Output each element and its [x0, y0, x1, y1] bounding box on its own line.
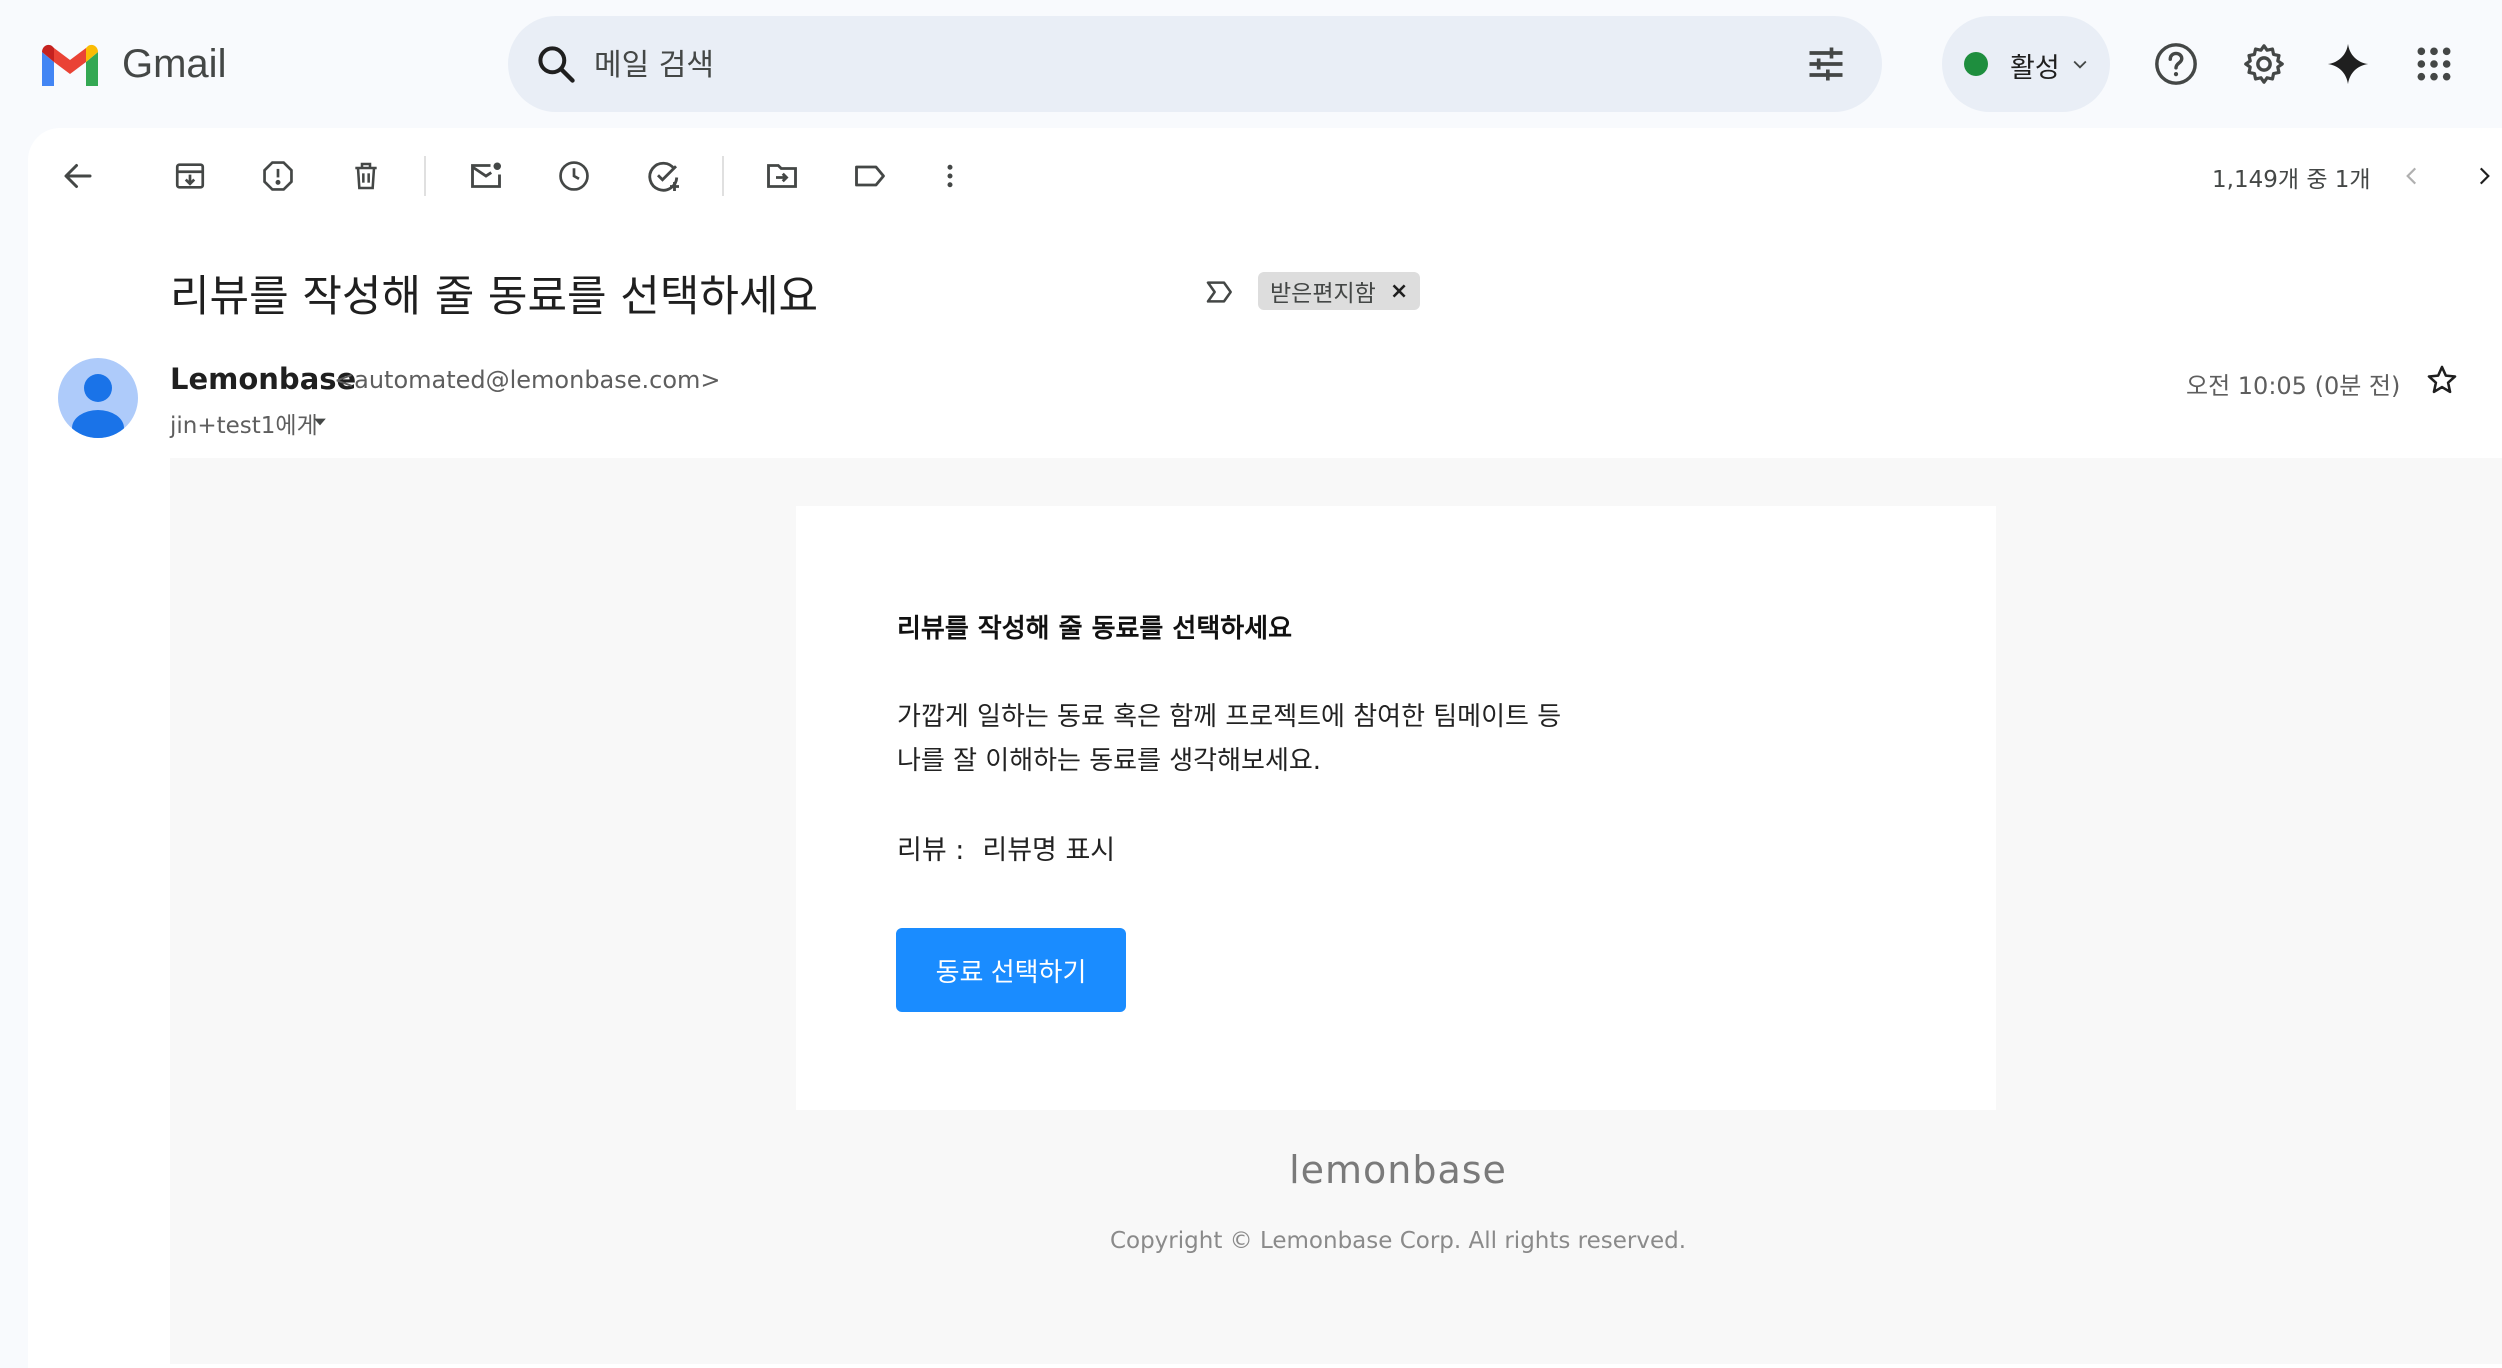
importance-marker-icon[interactable]: [1202, 274, 1238, 310]
email-heading: 리뷰를 작성해 줄 동료를 선택하세요: [897, 614, 1293, 644]
inbox-label-chip[interactable]: 받은편지함 ×: [1258, 272, 1421, 310]
back-arrow-icon[interactable]: [56, 154, 100, 198]
select-peers-button[interactable]: 동료 선택하기: [896, 928, 1126, 1012]
label-icon[interactable]: [848, 154, 892, 198]
email-body-line-2: 나를 잘 이해하는 동료를 생각해보세요.: [897, 746, 1322, 776]
sender-email: <automated@lemonbase.com>: [334, 366, 721, 394]
search-options-icon[interactable]: [1804, 42, 1848, 86]
review-name-row: 리뷰 : 리뷰명 표시: [897, 828, 1115, 867]
status-label: 활성: [2010, 53, 2060, 84]
email-body-line-1: 가깝게 일하는 동료 혹은 함께 프로젝트에 참여한 팀메이트 등: [897, 702, 1562, 732]
person-icon: [72, 374, 124, 438]
star-icon[interactable]: [2422, 360, 2462, 400]
add-task-icon[interactable]: [642, 154, 686, 198]
review-name: 리뷰명 표시: [982, 835, 1116, 866]
move-to-icon[interactable]: [760, 154, 804, 198]
help-icon[interactable]: [2152, 40, 2200, 88]
snooze-icon[interactable]: [552, 154, 596, 198]
search-bar[interactable]: [508, 16, 1882, 114]
recipient-details[interactable]: jin+test1에게: [170, 406, 318, 440]
chevron-right-icon[interactable]: [2466, 156, 2502, 196]
lemonbase-footer-logo: lemonbase: [1289, 1148, 1507, 1192]
more-vert-icon[interactable]: [928, 154, 972, 198]
apps-grid-icon[interactable]: [2410, 40, 2458, 88]
gmail-logo-icon[interactable]: [38, 42, 102, 90]
chevron-left-icon[interactable]: [2392, 156, 2432, 196]
pager-count: 1,149개 중 1개: [2212, 167, 2371, 193]
email-content-card: [796, 506, 1996, 1110]
review-label: 리뷰 :: [897, 835, 965, 866]
gemini-sparkle-icon[interactable]: [2324, 40, 2372, 88]
sender-avatar[interactable]: [58, 358, 138, 438]
message-subject: 리뷰를 작성해 줄 동료를 선택하세요: [170, 272, 819, 322]
report-spam-icon[interactable]: [256, 154, 300, 198]
status-selector[interactable]: 활성: [1942, 16, 2110, 112]
app-brand-text: Gmail: [122, 42, 227, 86]
toolbar-divider: [424, 156, 426, 196]
delete-icon[interactable]: [344, 154, 388, 198]
toolbar-divider: [722, 156, 724, 196]
search-icon[interactable]: [534, 42, 578, 86]
inbox-label-text: 받은편지함: [1270, 281, 1376, 307]
chevron-down-icon: [2070, 54, 2090, 74]
copyright-text: Copyright © Lemonbase Corp. All rights r…: [1109, 1228, 1687, 1254]
status-dot-icon: [1964, 52, 1988, 76]
archive-icon[interactable]: [168, 154, 212, 198]
sender-name[interactable]: Lemonbase: [170, 362, 356, 396]
mark-unread-icon[interactable]: [464, 154, 508, 198]
search-input[interactable]: [592, 16, 1696, 114]
remove-label-icon[interactable]: ×: [1390, 279, 1408, 304]
recipient-dropdown-icon[interactable]: [310, 412, 330, 432]
message-timestamp: 오전 10:05 (0분 전): [2186, 372, 2401, 400]
settings-gear-icon[interactable]: [2240, 40, 2288, 88]
